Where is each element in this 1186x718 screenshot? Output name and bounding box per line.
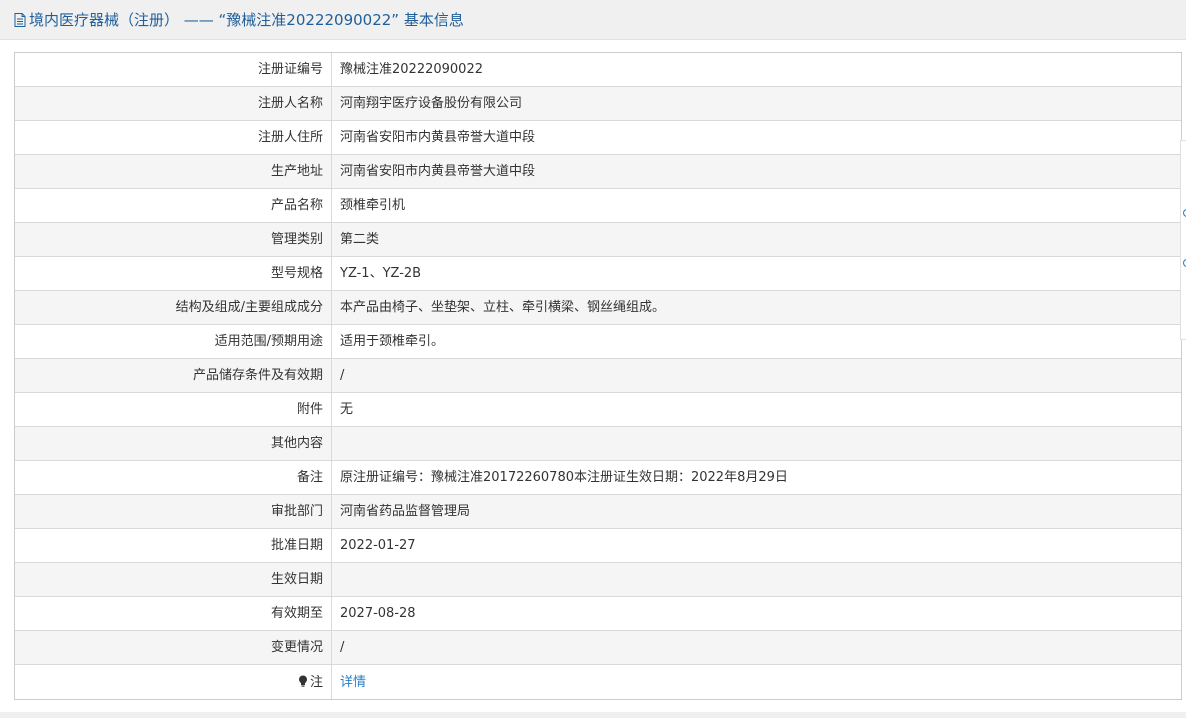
table-row: 产品储存条件及有效期 / [15,358,1181,393]
row-value: 河南省安阳市内黄县帝誉大道中段 [331,154,1181,189]
row-value: 2027-08-28 [331,596,1181,631]
bottom-bar [0,712,1186,718]
row-label: 结构及组成/主要组成成分 [15,290,332,325]
row-value: 适用于颈椎牵引。 [331,324,1181,359]
table-row: 批准日期 2022-01-27 [15,528,1181,563]
row-label: 注册证编号 [15,53,332,87]
row-value: 河南省药品监督管理局 [331,494,1181,529]
note-label: 注 [309,674,323,690]
table-row: 审批部门 河南省药品监督管理局 [15,494,1181,529]
lightbulb-icon [298,675,307,687]
table-row: 结构及组成/主要组成成分 本产品由椅子、坐垫架、立柱、牵引横梁、钢丝绳组成。 [15,290,1181,325]
row-label: 批准日期 [15,528,332,563]
row-value: 2022-01-27 [331,528,1181,563]
row-label: 生产地址 [15,154,332,189]
row-label: 注册人名称 [15,86,332,121]
table-row: 生产地址 河南省安阳市内黄县帝誉大道中段 [15,154,1181,189]
table-row: 管理类别 第二类 [15,222,1181,257]
info-table-grid: 注册证编号 豫械注准20222090022 注册人名称 河南翔宇医疗设备股份有限… [15,53,1181,699]
note-row: 注 详情 [15,664,1181,699]
table-row: 适用范围/预期用途 适用于颈椎牵引。 [15,324,1181,359]
row-value: / [331,630,1181,665]
details-link[interactable]: 详情 [340,675,366,690]
row-label: 型号规格 [15,256,332,291]
note-label-cell: 注 [15,664,332,699]
table-row: 有效期至 2027-08-28 [15,596,1181,631]
document-icon [14,12,26,27]
row-label: 备注 [15,460,332,495]
table-row: 注册人住所 河南省安阳市内黄县帝誉大道中段 [15,120,1181,155]
row-value: 原注册证编号：豫械注准20172260780本注册证生效日期：2022年8月29… [331,460,1181,495]
row-value: YZ-1、YZ-2B [331,256,1181,291]
row-value: 颈椎牵引机 [331,188,1181,223]
row-label: 审批部门 [15,494,332,529]
row-label: 管理类别 [15,222,332,257]
page-title: 境内医疗器械（注册） —— “豫械注准20222090022” 基本信息 [29,11,464,29]
row-value: / [331,358,1181,393]
side-widget-edge[interactable] [1180,140,1186,340]
row-label: 适用范围/预期用途 [15,324,332,359]
row-value: 河南翔宇医疗设备股份有限公司 [331,86,1181,121]
note-value-cell: 详情 [331,664,1181,699]
row-value: 豫械注准20222090022 [331,53,1181,87]
row-label: 产品储存条件及有效期 [15,358,332,393]
row-label: 注册人住所 [15,120,332,155]
table-row: 产品名称 颈椎牵引机 [15,188,1181,223]
table-row: 备注 原注册证编号：豫械注准20172260780本注册证生效日期：2022年8… [15,460,1181,495]
row-label: 变更情况 [15,630,332,665]
row-value: 第二类 [331,222,1181,257]
table-row: 注册证编号 豫械注准20222090022 [15,53,1181,87]
row-value [331,562,1181,597]
row-value: 无 [331,392,1181,427]
row-value [331,426,1181,461]
row-label: 其他内容 [15,426,332,461]
row-value: 河南省安阳市内黄县帝誉大道中段 [331,120,1181,155]
row-label: 有效期至 [15,596,332,631]
page-header: 境内医疗器械（注册） —— “豫械注准20222090022” 基本信息 [0,0,1186,40]
table-row: 其他内容 [15,426,1181,461]
row-value: 本产品由椅子、坐垫架、立柱、牵引横梁、钢丝绳组成。 [331,290,1181,325]
info-table: 注册证编号 豫械注准20222090022 注册人名称 河南翔宇医疗设备股份有限… [14,52,1182,700]
row-label: 生效日期 [15,562,332,597]
row-label: 产品名称 [15,188,332,223]
page: 境内医疗器械（注册） —— “豫械注准20222090022” 基本信息 注册证… [0,0,1186,718]
table-row: 注册人名称 河南翔宇医疗设备股份有限公司 [15,86,1181,121]
table-row: 变更情况 / [15,630,1181,665]
table-row: 型号规格 YZ-1、YZ-2B [15,256,1181,291]
table-row: 生效日期 [15,562,1181,597]
row-label: 附件 [15,392,332,427]
table-row: 附件 无 [15,392,1181,427]
